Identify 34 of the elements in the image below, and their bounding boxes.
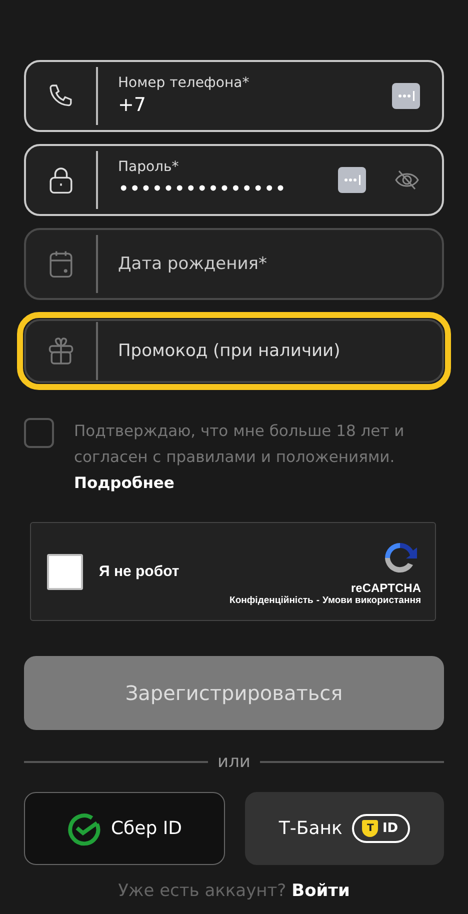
gift-icon	[46, 336, 76, 366]
password-field[interactable]: Пароль* •••••••••••••••	[24, 144, 444, 216]
recaptcha-brand: reCAPTCHA	[350, 581, 421, 595]
login-link[interactable]: Войти	[292, 881, 350, 901]
captcha-checkbox[interactable]	[47, 554, 83, 590]
consent-text: Подтверждаю, что мне больше 18 лет и согласен с правилами и положениями. Подробнее	[74, 418, 444, 496]
separator-text: -	[316, 595, 320, 606]
promo-field[interactable]: Промокод (при наличии)	[24, 319, 444, 383]
badge-text: ID	[382, 821, 398, 836]
login-prompt: Уже есть аккаунт? Войти	[117, 881, 351, 901]
check-circle-icon	[66, 812, 101, 846]
lock-icon	[47, 165, 75, 195]
field-placeholder: Дата рождения*	[118, 254, 268, 274]
details-link[interactable]: Подробнее	[74, 470, 444, 496]
date-field[interactable]: Дата рождения*	[24, 228, 444, 300]
consent-checkbox[interactable]	[24, 418, 54, 448]
tbank-id-button[interactable]: Т-Банк T ID	[245, 792, 444, 865]
button-label: Т-Банк	[278, 818, 342, 839]
captcha-label: Я не робот	[99, 563, 180, 580]
calendar-icon	[47, 249, 75, 279]
autofill-key-icon[interactable]	[392, 83, 420, 109]
autofill-key-icon[interactable]	[338, 167, 366, 193]
divider-text: или	[218, 752, 250, 772]
field-value: •••••••••••••••	[118, 177, 288, 201]
shield-badge-mark: T	[362, 820, 378, 837]
phone-field[interactable]: Номер телефона* +7	[24, 60, 444, 132]
field-label: Пароль*	[118, 159, 180, 175]
field-value: +7	[118, 93, 148, 117]
field-label: Номер телефона*	[118, 75, 250, 91]
terms-link[interactable]: Умови використання	[322, 595, 421, 606]
sber-id-button[interactable]: Сбер ID	[24, 792, 225, 865]
field-placeholder: Промокод (при наличии)	[118, 341, 342, 361]
eye-off-icon[interactable]	[394, 169, 420, 191]
privacy-link[interactable]: Конфіденційність	[230, 595, 314, 606]
